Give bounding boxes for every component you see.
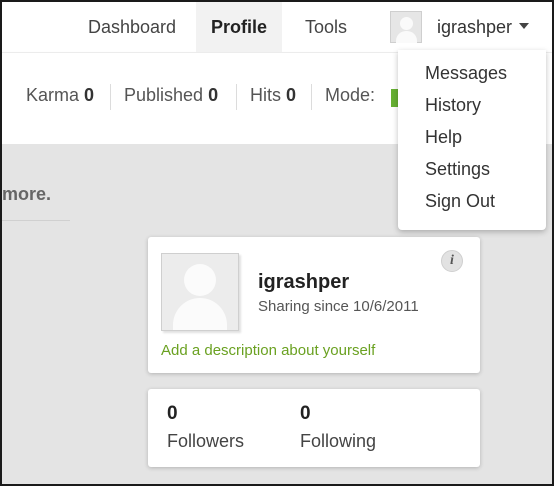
nav-tools[interactable]: Tools xyxy=(284,2,368,52)
background-text: more. xyxy=(2,184,52,204)
top-navigation: Dashboard Profile Tools igrashper xyxy=(2,2,552,52)
karma-label: Karma xyxy=(26,85,80,105)
menu-item-help[interactable]: Help xyxy=(425,127,462,148)
avatar[interactable] xyxy=(390,11,422,43)
following-count[interactable]: 0 xyxy=(300,403,311,425)
app-window: Dashboard Profile Tools igrashper Karma … xyxy=(0,0,554,486)
chevron-down-icon[interactable] xyxy=(519,23,529,29)
mode-label: Mode: xyxy=(325,85,376,105)
followers-count[interactable]: 0 xyxy=(167,403,178,425)
menu-item-sign-out[interactable]: Sign Out xyxy=(425,191,495,212)
user-dropdown-menu: Messages History Help Settings Sign Out xyxy=(398,50,546,230)
hits-label: Hits xyxy=(250,85,281,105)
karma-stat: Karma 0 xyxy=(26,85,94,106)
follow-stats-card: 0 Followers 0 Following xyxy=(148,389,480,467)
profile-since: Sharing since 10/6/2011 xyxy=(258,298,419,315)
karma-value: 0 xyxy=(84,85,95,105)
hits-stat: Hits 0 xyxy=(250,85,296,106)
divider xyxy=(236,84,237,110)
nav-profile[interactable]: Profile xyxy=(196,2,282,52)
divider xyxy=(2,220,70,221)
hits-value: 0 xyxy=(286,85,297,105)
following-label[interactable]: Following xyxy=(300,431,376,452)
mode-stat: Mode: xyxy=(325,85,375,106)
published-label: Published xyxy=(124,85,204,105)
menu-item-history[interactable]: History xyxy=(425,95,481,116)
followers-label[interactable]: Followers xyxy=(167,431,244,452)
user-menu-toggle[interactable]: igrashper xyxy=(382,2,542,52)
menu-item-settings[interactable]: Settings xyxy=(425,159,490,180)
nav-dashboard[interactable]: Dashboard xyxy=(72,2,192,52)
add-description-link[interactable]: Add a description about yourself xyxy=(161,342,375,359)
divider xyxy=(311,84,312,110)
profile-avatar[interactable] xyxy=(161,253,239,331)
divider xyxy=(110,84,111,110)
published-value: 0 xyxy=(208,85,219,105)
menu-item-messages[interactable]: Messages xyxy=(425,63,507,84)
profile-name: igrashper xyxy=(258,271,350,293)
info-icon[interactable]: i xyxy=(441,250,463,272)
username[interactable]: igrashper xyxy=(437,2,512,52)
profile-card: igrashper Sharing since 10/6/2011 i Add … xyxy=(148,237,480,373)
published-stat: Published 0 xyxy=(124,85,218,106)
